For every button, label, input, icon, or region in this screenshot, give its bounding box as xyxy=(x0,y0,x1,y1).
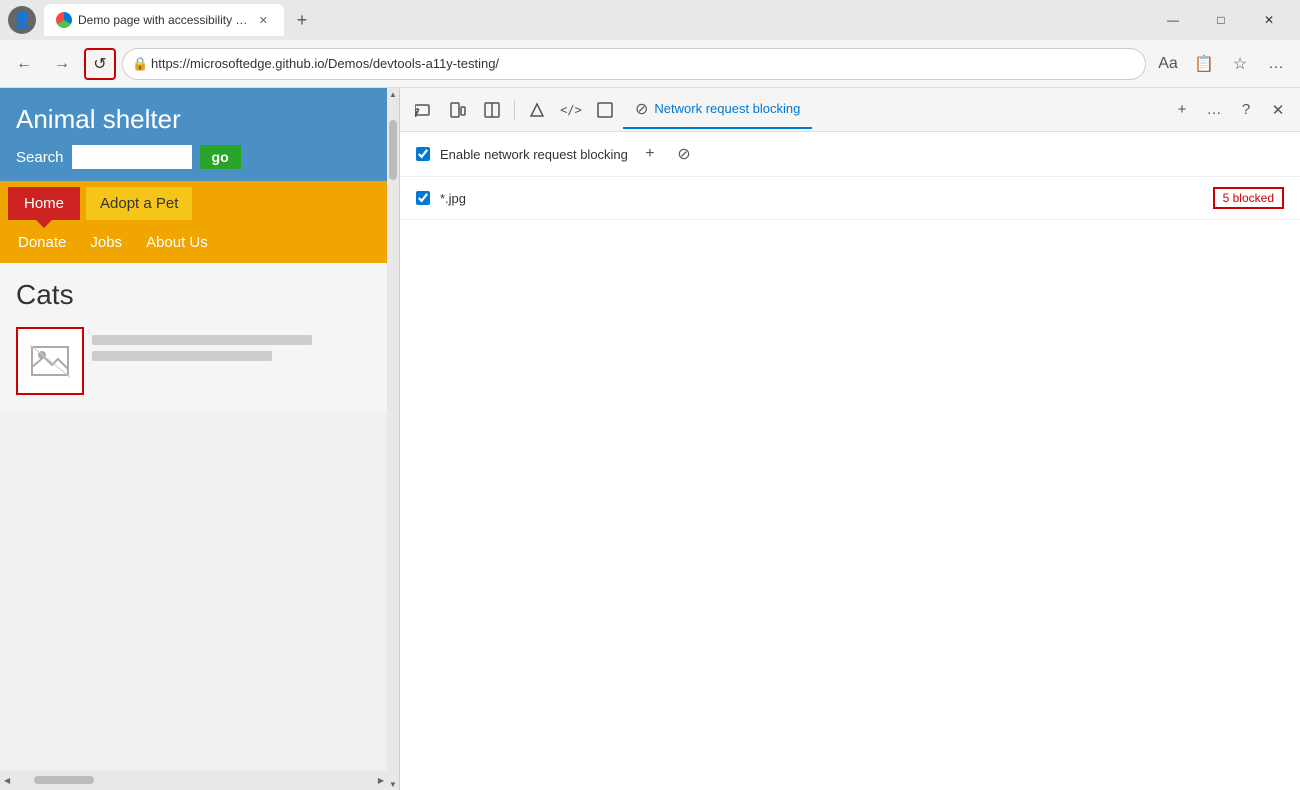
devtools-device-icon[interactable] xyxy=(442,94,474,126)
add-pattern-button[interactable]: + xyxy=(638,142,662,166)
browser-viewport: Animal shelter Search go Home Adopt a Pe… xyxy=(0,88,400,790)
devtools-split-icon[interactable] xyxy=(476,94,508,126)
lock-icon: 🔒 xyxy=(132,56,148,72)
site-nav-secondary: Donate Jobs About Us xyxy=(0,226,388,263)
add-tab-button[interactable]: + xyxy=(1168,96,1196,124)
scroll-up-arrow[interactable]: ▲ xyxy=(387,88,399,100)
content-line-1 xyxy=(92,335,312,345)
horizontal-scrollbar[interactable]: ◀ ▶ xyxy=(0,770,388,790)
close-devtools-button[interactable]: ✕ xyxy=(1264,96,1292,124)
tab-separator-1 xyxy=(514,100,515,120)
enable-nrb-checkbox[interactable] xyxy=(416,147,430,161)
tab-bar: Demo page with accessibility issu ✕ + xyxy=(44,4,1146,36)
site-content: Animal shelter Search go Home Adopt a Pe… xyxy=(0,88,388,431)
scroll-h-thumb[interactable] xyxy=(34,776,94,784)
new-tab-button[interactable]: + xyxy=(288,6,316,34)
devtools-tab-actions: + … ? ✕ xyxy=(1168,96,1292,124)
main-area: Animal shelter Search go Home Adopt a Pe… xyxy=(0,88,1300,790)
content-line-2 xyxy=(92,351,272,361)
tab-close-button[interactable]: ✕ xyxy=(255,12,272,29)
scroll-thumb[interactable] xyxy=(389,120,397,180)
nav-home-button[interactable]: Home xyxy=(8,187,80,220)
tab-title: Demo page with accessibility issu xyxy=(78,13,249,27)
reload-button[interactable]: ↺ xyxy=(84,48,116,80)
nav-adopt-button[interactable]: Adopt a Pet xyxy=(86,187,192,220)
read-aloud-icon[interactable]: Aa xyxy=(1152,48,1184,80)
url-bar[interactable]: https://microsoftedge.github.io/Demos/de… xyxy=(122,48,1146,80)
favorites-icon[interactable]: ☆ xyxy=(1224,48,1256,80)
pattern-text: *.jpg xyxy=(440,191,1203,206)
split-screen-icon[interactable]: 📋 xyxy=(1188,48,1220,80)
site-body: Cats xyxy=(0,263,388,411)
back-button[interactable]: ← xyxy=(8,48,40,80)
devtools-cast-icon[interactable] xyxy=(408,94,440,126)
search-input[interactable] xyxy=(72,145,192,169)
devtools-panel: </> ⊘ Network request blocking + … ? ✕ E… xyxy=(400,88,1300,790)
blocked-badge: 5 blocked xyxy=(1213,187,1284,209)
pattern-checkbox[interactable] xyxy=(416,191,430,205)
cats-heading: Cats xyxy=(16,279,372,311)
active-tab[interactable]: Demo page with accessibility issu ✕ xyxy=(44,4,284,36)
site-search: Search go xyxy=(16,145,372,169)
title-bar: 👤 Demo page with accessibility issu ✕ + … xyxy=(0,0,1300,40)
site-header: Animal shelter Search go xyxy=(0,88,388,181)
help-button[interactable]: ? xyxy=(1232,96,1260,124)
nrb-toolbar: Enable network request blocking + ⊘ xyxy=(400,132,1300,177)
broken-image xyxy=(16,327,84,395)
scroll-right-arrow[interactable]: ▶ xyxy=(374,776,388,785)
devtools-console-icon[interactable]: </> xyxy=(555,94,587,126)
block-all-button[interactable]: ⊘ xyxy=(672,142,696,166)
broken-image-svg xyxy=(30,345,70,377)
site-title: Animal shelter xyxy=(16,104,372,135)
vertical-scrollbar[interactable]: ▲ ▼ xyxy=(387,88,399,790)
enable-nrb-label: Enable network request blocking xyxy=(440,147,628,162)
devtools-sources-icon[interactable] xyxy=(589,94,621,126)
search-label: Search xyxy=(16,149,64,166)
window-controls: — □ ✕ xyxy=(1150,4,1292,36)
image-row xyxy=(16,327,372,395)
nav-about-button[interactable]: About Us xyxy=(136,230,218,255)
close-button[interactable]: ✕ xyxy=(1246,4,1292,36)
tab-network-request-blocking[interactable]: ⊘ Network request blocking xyxy=(623,91,812,129)
more-tools-icon[interactable]: … xyxy=(1260,48,1292,80)
devtools-tabs: </> ⊘ Network request blocking + … ? ✕ xyxy=(400,88,1300,132)
content-lines xyxy=(92,335,312,361)
minimize-button[interactable]: — xyxy=(1150,4,1196,36)
toolbar-icons: Aa 📋 ☆ … xyxy=(1152,48,1292,80)
nav-jobs-button[interactable]: Jobs xyxy=(80,230,132,255)
pattern-item: *.jpg 5 blocked xyxy=(400,177,1300,220)
maximize-button[interactable]: □ xyxy=(1198,4,1244,36)
scroll-left-arrow[interactable]: ◀ xyxy=(0,776,14,785)
search-go-button[interactable]: go xyxy=(200,145,241,169)
profile-icon[interactable]: 👤 xyxy=(8,6,36,34)
site-nav: Home Adopt a Pet xyxy=(0,181,388,226)
pattern-list: *.jpg 5 blocked xyxy=(400,177,1300,790)
edge-icon xyxy=(56,12,72,28)
address-bar: ← → ↺ 🔒 https://microsoftedge.github.io/… xyxy=(0,40,1300,88)
more-tabs-button[interactable]: … xyxy=(1200,96,1228,124)
devtools-elements-icon[interactable] xyxy=(521,94,553,126)
address-wrapper: 🔒 https://microsoftedge.github.io/Demos/… xyxy=(122,48,1146,80)
scroll-down-arrow[interactable]: ▼ xyxy=(387,778,399,790)
nav-donate-button[interactable]: Donate xyxy=(8,230,76,255)
forward-button[interactable]: → xyxy=(46,48,78,80)
